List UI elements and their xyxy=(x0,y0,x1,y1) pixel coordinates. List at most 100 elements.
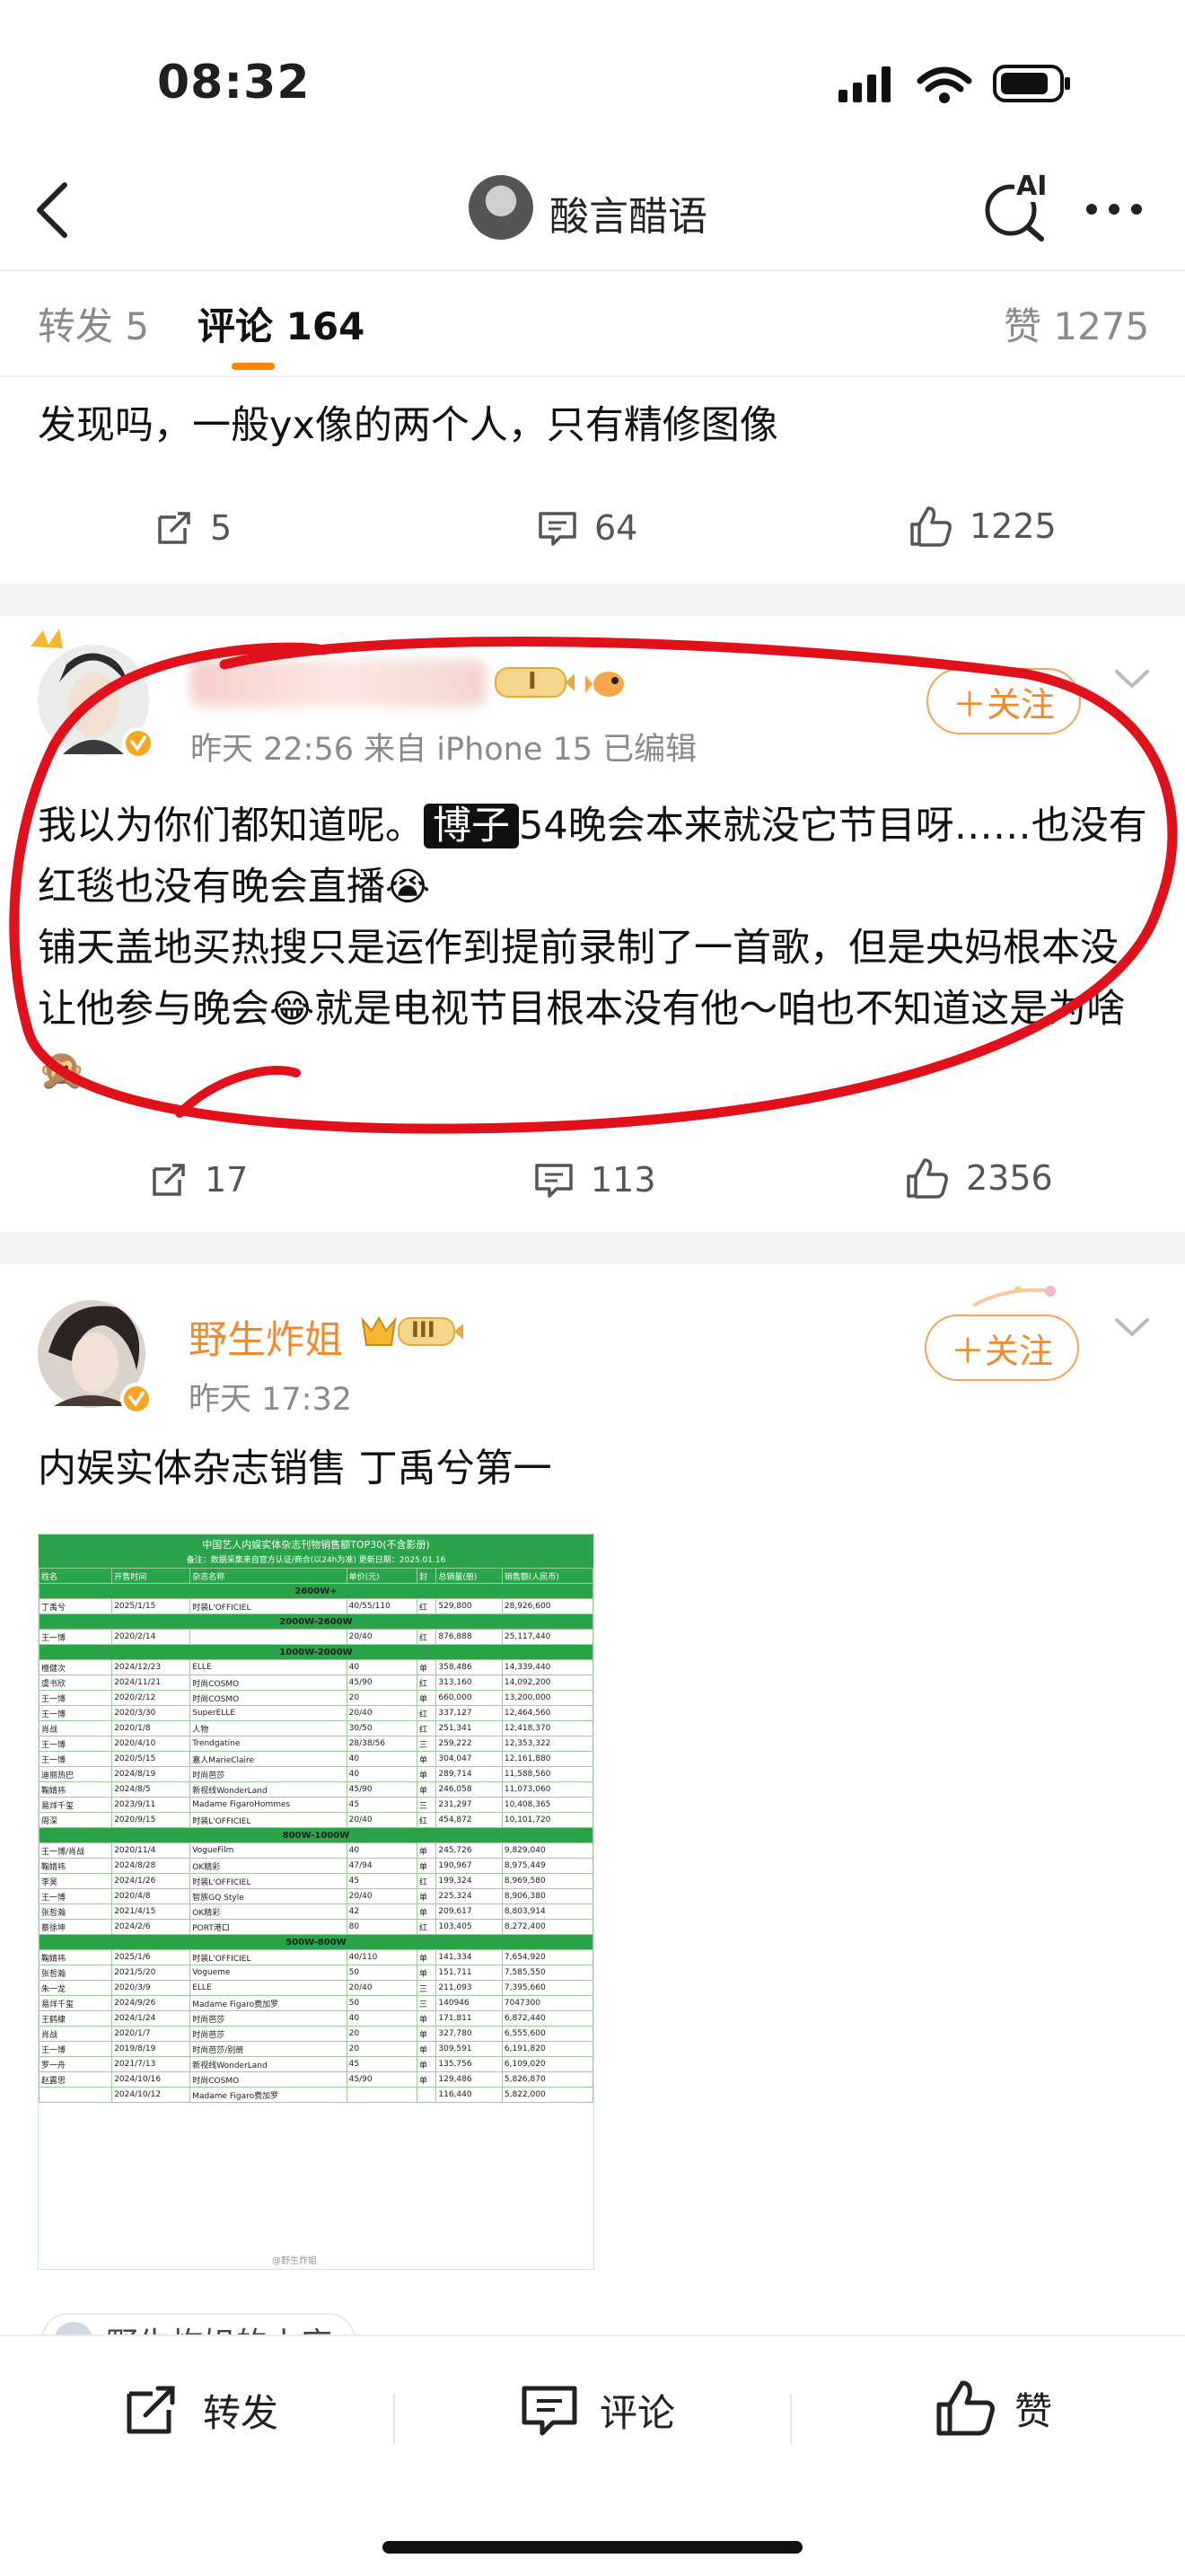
table-cell: 7,395,660 xyxy=(501,1980,593,1996)
table-cell: 时装L'OFFICIEL xyxy=(189,1812,347,1828)
table-cell: OK精彩 xyxy=(189,1903,347,1920)
table-cell: 45 xyxy=(346,2056,417,2072)
table-cell: 单 xyxy=(416,2071,437,2088)
table-cell: Madame FigaroHommes xyxy=(189,1797,347,1813)
ai-search-button[interactable]: AI xyxy=(979,171,1059,242)
bottom-like-button[interactable]: 赞 xyxy=(934,2378,1052,2439)
table-cell xyxy=(39,2087,113,2103)
table-cell: 8,803,914 xyxy=(501,1903,593,1920)
table-cell: 40 xyxy=(346,1766,417,1782)
prev-repost-button[interactable]: 5 xyxy=(154,508,232,548)
thumbs-up-icon xyxy=(910,506,952,547)
table-band-row: 500W-800W xyxy=(39,1934,593,1950)
table-cell: ELLE xyxy=(189,1980,347,1996)
table-cell: 2020/3/9 xyxy=(111,1980,191,1996)
table-cell: 40 xyxy=(346,1659,417,1675)
table-cell: 单 xyxy=(416,1766,437,1782)
table-cell: Madame Figaro费加罗 xyxy=(189,2087,347,2103)
table-cell: 8,975,449 xyxy=(501,1858,593,1874)
table-cell: 鞠婧祎 xyxy=(39,1781,113,1798)
prev-comment-button[interactable]: 64 xyxy=(537,508,637,548)
table-row: 王一博 2020/4/10 Trendgatine 28/38/56 三 259,222 1… xyxy=(39,1736,593,1752)
table-cell: 2020/2/14 xyxy=(111,1629,191,1645)
table-cell: 肖战 xyxy=(39,1720,113,1736)
comment1-comment-button[interactable]: 113 xyxy=(533,1160,656,1200)
table-cell: 罗一舟 xyxy=(39,2056,113,2072)
comment2-image[interactable]: 中国艺人内娱实体杂志刊物销售额TOP30(不含影册) 备注：数据采集来自官方认证… xyxy=(38,1534,594,2270)
table-cell: 12,418,370 xyxy=(501,1720,593,1736)
table-cell: 135,756 xyxy=(435,2056,503,2072)
comment2-avatar[interactable] xyxy=(36,1298,154,1417)
table-cell: 209,617 xyxy=(435,1903,503,1920)
bottom-action-bar: 转发 评论 赞 xyxy=(0,2334,1185,2576)
table-cell: 211,093 xyxy=(435,1980,503,1996)
table-row: 罗一舟 2021/7/13 新视线WonderLand 45 单 135,756 6,109… xyxy=(39,2056,593,2072)
table-row: 2024/10/12 Madame Figaro费加罗 116,440 5,822,0… xyxy=(39,2087,593,2103)
bottom-repost-button[interactable]: 转发 xyxy=(122,2381,278,2439)
table-cell: 358,486 xyxy=(435,1659,503,1675)
bottom-comment-button[interactable]: 评论 xyxy=(519,2381,675,2439)
thumbs-up-icon xyxy=(907,1158,948,1199)
table-cell: 245,726 xyxy=(435,1842,503,1859)
table-header-row: 姓名 开售时间 杂志名称 单价(元) 封总销量(册) 销售额(人民币) xyxy=(39,1568,593,1584)
comment-icon xyxy=(535,1164,573,1198)
tab-comment[interactable]: 评论 164 xyxy=(198,296,364,351)
table-cell: 2020/2/12 xyxy=(111,1690,191,1706)
comment1-repost-button[interactable]: 17 xyxy=(149,1160,248,1200)
table-cell: 单 xyxy=(416,2010,437,2027)
table-band-row: 2000W-2600W xyxy=(39,1613,593,1630)
table-cell: 单 xyxy=(416,1858,437,1874)
table-cell: Vogueme xyxy=(189,1965,347,1981)
table-cell: 王一博 xyxy=(39,1888,113,1904)
table-header-cell: 销售额(人民币) xyxy=(501,1568,593,1584)
prev-like-button[interactable]: 1225 xyxy=(908,505,1057,548)
table-cell: 80 xyxy=(346,1919,417,1935)
table-cell: 9,829,040 xyxy=(501,1842,593,1859)
table-cell: 309,591 xyxy=(435,2041,503,2057)
table-cell: 单 xyxy=(416,1888,437,1904)
table-row: 鞠婧祎 2024/8/28 OK精彩 47/94 单 190,967 8,975,449 xyxy=(39,1858,593,1874)
tabs-divider xyxy=(0,375,1185,377)
table-row: 王一博 2019/8/19 时尚芭莎/别册 20 单 309,591 6,191,820 xyxy=(39,2041,593,2057)
back-button[interactable] xyxy=(25,178,79,241)
table-cell: 朱一龙 xyxy=(39,1980,113,1996)
table-cell: 单 xyxy=(416,1949,437,1965)
table-band-row: 1000W-2000W xyxy=(39,1644,593,1660)
repost-icon xyxy=(127,2386,175,2434)
table-cell: 11,588,560 xyxy=(501,1766,593,1782)
comment2-dropdown-button[interactable] xyxy=(1111,1313,1153,1340)
table-cell: 8,272,400 xyxy=(501,1919,593,1935)
more-button[interactable] xyxy=(1083,196,1146,223)
tab-repost[interactable]: 转发 5 xyxy=(38,296,149,351)
table-cell: 2020/11/4 xyxy=(111,1842,191,1859)
table-cell: 李昊 xyxy=(39,1873,113,1889)
author-avatar[interactable] xyxy=(469,175,533,240)
table-cell: 时尚芭莎 xyxy=(189,1766,347,1782)
table-cell: 新视线WonderLand xyxy=(189,2056,347,2072)
table-cell: 20/40 xyxy=(346,1980,417,1996)
table-cell: 2024/1/24 xyxy=(111,2010,191,2027)
table-cell: 2021/4/15 xyxy=(111,1903,191,1920)
table-cell: 141,334 xyxy=(435,1949,503,1965)
comment2-username[interactable]: 野生炸姐 xyxy=(189,1309,343,1365)
table-row: 易烊千玺 2024/9/26 Madame Figaro费加罗 50 三 140946 70… xyxy=(39,1995,593,2011)
table-cell: 313,160 xyxy=(435,1675,503,1691)
comment1-like-button[interactable]: 2356 xyxy=(905,1156,1053,1200)
table-cell: OK精彩 xyxy=(189,1858,347,1874)
table-cell: 王一博/肖战 xyxy=(39,1842,113,1859)
repost-icon xyxy=(158,512,190,544)
table-cell: 张哲瀚 xyxy=(39,1903,113,1920)
prev-repost-count: 5 xyxy=(210,508,233,548)
comment1-comment-count: 113 xyxy=(591,1160,656,1200)
comment2-follow-button[interactable]: ＋关注 xyxy=(925,1314,1079,1381)
tab-like[interactable]: 赞 1275 xyxy=(1004,296,1149,351)
table-cell: 2020/1/7 xyxy=(111,2026,191,2042)
table-row: 李昊 2024/1/26 时装L'OFFICIEL 45 红 199,324 8,969,5… xyxy=(39,1873,593,1889)
table-cell: 王一博 xyxy=(39,1736,113,1752)
table-cell xyxy=(189,1629,347,1645)
table-cell: 20/40 xyxy=(346,1629,417,1645)
home-indicator xyxy=(382,2541,803,2554)
table-cell: 2020/3/30 xyxy=(111,1705,191,1721)
table-cell: 嘉人MarieClaire xyxy=(189,1751,347,1767)
table-cell: 王一博 xyxy=(39,2041,113,2057)
